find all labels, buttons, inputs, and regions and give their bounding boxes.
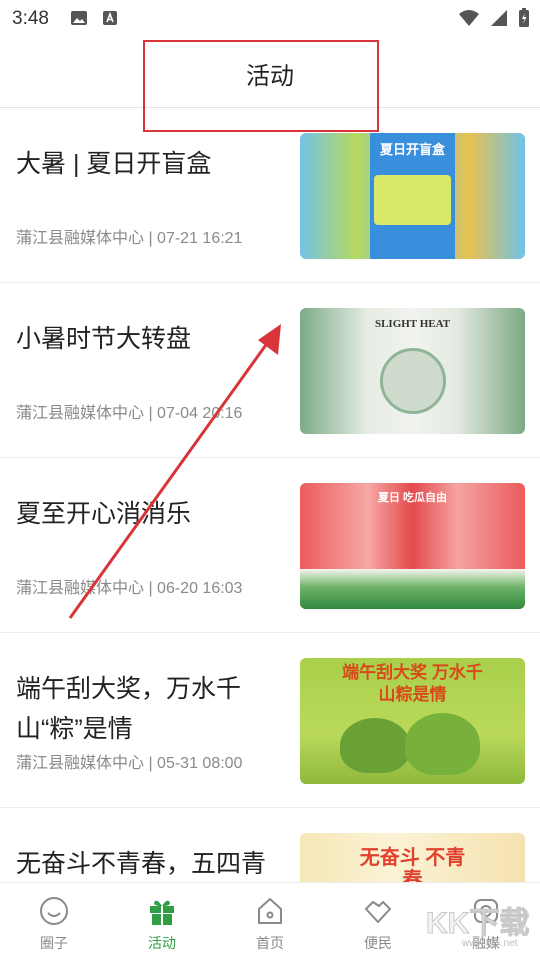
item-title: 小暑时节大转盘 bbox=[16, 325, 192, 353]
thumbnail-text: 夏日开盲盒 bbox=[379, 142, 445, 157]
svg-text:www.kkx.net: www.kkx.net bbox=[461, 938, 518, 949]
tab-label: 活动 bbox=[148, 935, 176, 951]
gift-icon bbox=[150, 900, 174, 925]
tab-label: 便民 bbox=[364, 935, 392, 951]
status-notification-icons bbox=[70, 10, 118, 26]
watermark: KK下载 www.kkx.net bbox=[422, 899, 534, 954]
tab-activity[interactable]: 活动 bbox=[108, 883, 216, 960]
item-title: 大暑 | 夏日开盲盒 bbox=[16, 150, 212, 178]
status-system-icons bbox=[458, 8, 530, 28]
image-icon bbox=[71, 11, 87, 25]
watermelon-rind bbox=[300, 569, 525, 609]
handshake-icon bbox=[365, 901, 391, 923]
signal-icon bbox=[491, 10, 507, 26]
item-title: 夏至开心消消乐 bbox=[16, 500, 192, 528]
tab-label: 首页 bbox=[256, 935, 284, 951]
tab-label: 圈子 bbox=[40, 935, 68, 951]
thumbnail-text: SLIGHT HEAT bbox=[374, 318, 451, 330]
item-title: 端午刮大奖，万水千山“粽”是情 bbox=[16, 675, 242, 743]
item-thumbnail[interactable]: 夏日 吃瓜自由 bbox=[300, 483, 525, 609]
item-meta: 蒲江县融媒体中心 | 07-21 16:21 bbox=[16, 230, 243, 247]
thumbnail-text: 端午刮大奖 万水千山粽是情 bbox=[342, 663, 483, 704]
tab-circle[interactable]: 圈子 bbox=[0, 883, 108, 960]
status-time: 3:48 bbox=[12, 8, 49, 29]
status-bar: 3:48 bbox=[0, 0, 540, 38]
item-meta: 蒲江县融媒体中心 | 06-20 16:03 bbox=[16, 580, 243, 597]
wheel-graphic bbox=[380, 348, 446, 414]
list-item[interactable]: 大暑 | 夏日开盲盒 蒲江县融媒体中心 | 07-21 16:21 夏日开盲盒 bbox=[0, 108, 540, 283]
list-item[interactable]: 夏至开心消消乐 蒲江县融媒体中心 | 06-20 16:03 夏日 吃瓜自由 bbox=[0, 458, 540, 633]
watermark-logo: KK下载 www.kkx.net bbox=[426, 907, 530, 950]
item-thumbnail[interactable]: SLIGHT HEAT bbox=[300, 308, 525, 434]
item-thumbnail[interactable]: 夏日开盲盒 bbox=[300, 133, 525, 259]
list-item[interactable]: 端午刮大奖，万水千山“粽”是情 蒲江县融媒体中心 | 05-31 08:00 端… bbox=[0, 633, 540, 808]
font-icon bbox=[103, 11, 117, 25]
page-header: 活动 bbox=[0, 38, 540, 132]
home-icon bbox=[258, 898, 282, 924]
zongzi-graphic bbox=[340, 718, 410, 773]
thumbnail-text: 夏日 吃瓜自由 bbox=[377, 492, 448, 504]
item-title: 无奋斗不青春，五四青 bbox=[16, 850, 267, 878]
tab-services[interactable]: 便民 bbox=[324, 883, 432, 960]
svg-text:KK下载: KK下载 bbox=[426, 907, 529, 940]
thumbnail-art bbox=[374, 175, 451, 225]
tab-home[interactable]: 首页 bbox=[216, 883, 324, 960]
zongzi-graphic bbox=[405, 713, 480, 775]
battery-icon bbox=[519, 8, 529, 27]
item-thumbnail[interactable]: 端午刮大奖 万水千山粽是情 bbox=[300, 658, 525, 784]
smile-icon bbox=[40, 897, 68, 925]
item-meta: 蒲江县融媒体中心 | 07-04 20:16 bbox=[16, 405, 243, 422]
list-item[interactable]: 小暑时节大转盘 蒲江县融媒体中心 | 07-04 20:16 SLIGHT HE… bbox=[0, 283, 540, 458]
activity-list: 大暑 | 夏日开盲盒 蒲江县融媒体中心 | 07-21 16:21 夏日开盲盒 … bbox=[0, 108, 540, 960]
wifi-icon bbox=[459, 10, 479, 26]
item-meta: 蒲江县融媒体中心 | 05-31 08:00 bbox=[16, 755, 243, 772]
